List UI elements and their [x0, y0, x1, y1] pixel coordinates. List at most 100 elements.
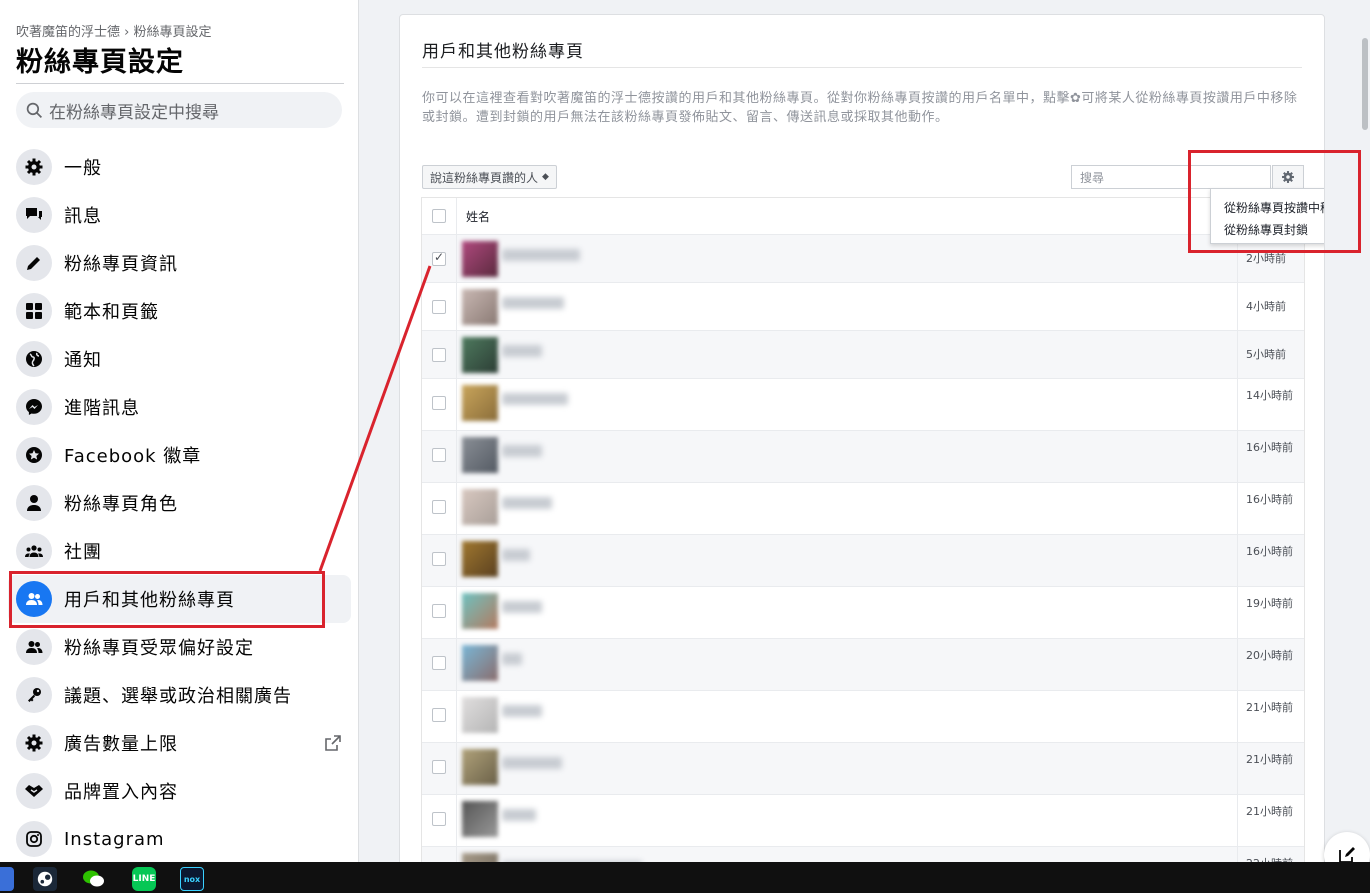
- blurred-user-name[interactable]: [502, 249, 580, 261]
- sidebar-item-ad-limits[interactable]: 廣告數量上限: [8, 719, 351, 767]
- sidebar-item-branded-content[interactable]: 品牌置入內容: [8, 767, 351, 815]
- table-row[interactable]: 16小時前: [422, 534, 1304, 586]
- blurred-user-name[interactable]: [502, 705, 542, 717]
- blurred-user-name[interactable]: [502, 757, 562, 769]
- row-checkbox[interactable]: [432, 604, 446, 618]
- row-checkbox[interactable]: [432, 656, 446, 670]
- liked-time: 21小時前: [1246, 753, 1293, 766]
- table-row[interactable]: 21小時前: [422, 690, 1304, 742]
- line-icon[interactable]: LINE: [132, 867, 156, 891]
- blurred-user-name[interactable]: [502, 497, 552, 509]
- blurred-user-name[interactable]: [502, 345, 542, 357]
- blurred-user-name[interactable]: [502, 653, 522, 665]
- avatar[interactable]: [462, 489, 498, 525]
- wechat-icon[interactable]: [82, 867, 106, 891]
- avatar[interactable]: [462, 697, 498, 733]
- blurred-user-name[interactable]: [502, 445, 542, 457]
- column-divider: [456, 743, 457, 794]
- sidebar-item-political-ads[interactable]: 議題、選舉或政治相關廣告: [8, 671, 351, 719]
- row-checkbox[interactable]: [432, 812, 446, 826]
- table-row[interactable]: 2小時前: [422, 234, 1304, 282]
- blurred-user-name[interactable]: [502, 549, 530, 561]
- sidebar-item-label: 粉絲專頁受眾偏好設定: [64, 638, 254, 659]
- row-checkbox[interactable]: [432, 300, 446, 314]
- avatar[interactable]: [462, 593, 498, 629]
- sidebar-item-notifications[interactable]: 通知: [8, 335, 351, 383]
- page-title: 粉絲專頁設定: [16, 47, 184, 78]
- select-all-checkbox[interactable]: [432, 209, 446, 223]
- sidebar-item-messages[interactable]: 訊息: [8, 191, 351, 239]
- column-divider: [1237, 331, 1238, 378]
- search-placeholder: 搜尋: [1080, 170, 1105, 185]
- row-checkbox[interactable]: [432, 348, 446, 362]
- column-divider: [456, 483, 457, 534]
- row-checkbox[interactable]: [432, 500, 446, 514]
- avatar[interactable]: [462, 749, 498, 785]
- blurred-user-name[interactable]: [502, 393, 568, 405]
- table-row[interactable]: 20小時前: [422, 638, 1304, 690]
- sidebar-item-facebook-badge[interactable]: Facebook 徽章: [8, 431, 351, 479]
- liked-time: 19小時前: [1246, 597, 1293, 610]
- sidebar-item-groups[interactable]: 社團: [8, 527, 351, 575]
- row-checkbox[interactable]: [432, 708, 446, 722]
- table-row[interactable]: 16小時前: [422, 430, 1304, 482]
- taskbar-app-icon[interactable]: [0, 867, 14, 891]
- avatar[interactable]: [462, 541, 498, 577]
- pencil-icon: [16, 245, 52, 281]
- table-row[interactable]: 4小時前: [422, 282, 1304, 330]
- gear-icon: [16, 149, 52, 185]
- avatar[interactable]: [462, 337, 498, 373]
- scrollbar-thumb[interactable]: [1362, 38, 1368, 130]
- blurred-user-name[interactable]: [502, 297, 564, 309]
- column-divider: [1237, 431, 1238, 482]
- breadcrumb[interactable]: 吹著魔笛的浮士德 › 粉絲專頁設定: [16, 21, 211, 40]
- avatar[interactable]: [462, 645, 498, 681]
- row-checkbox[interactable]: [432, 552, 446, 566]
- table-row[interactable]: 19小時前: [422, 586, 1304, 638]
- column-divider: [456, 331, 457, 378]
- liked-time: 16小時前: [1246, 441, 1293, 454]
- avatar[interactable]: [462, 241, 498, 277]
- people-filter-select[interactable]: 說這粉絲專頁讚的人 ◆: [422, 165, 557, 189]
- settings-search-input[interactable]: 在粉絲專頁設定中搜尋: [16, 92, 342, 128]
- blurred-user-name[interactable]: [502, 809, 536, 821]
- column-divider: [456, 639, 457, 690]
- sidebar-item-page-roles[interactable]: 粉絲專頁角色: [8, 479, 351, 527]
- group-icon: [16, 533, 52, 569]
- settings-nav: 一般 訊息 粉絲專頁資訊 範本和頁籤 通知 進階訊息 Facebook 徽章 粉…: [8, 143, 351, 862]
- sidebar-item-general[interactable]: 一般: [8, 143, 351, 191]
- sidebar-item-page-info[interactable]: 粉絲專頁資訊: [8, 239, 351, 287]
- avatar[interactable]: [462, 289, 498, 325]
- column-divider: [456, 198, 457, 234]
- table-row[interactable]: 21小時前: [422, 794, 1304, 846]
- table-row[interactable]: 14小時前: [422, 378, 1304, 430]
- grid-icon: [16, 293, 52, 329]
- table-row[interactable]: 16小時前: [422, 482, 1304, 534]
- blurred-user-name[interactable]: [502, 601, 542, 613]
- sidebar-item-instagram[interactable]: Instagram: [8, 815, 351, 862]
- row-checkbox[interactable]: [432, 396, 446, 410]
- sidebar-item-label: Instagram: [64, 828, 165, 850]
- sidebar-item-audience-preferences[interactable]: 粉絲專頁受眾偏好設定: [8, 623, 351, 671]
- people-table: 姓名 2小時前 4小時前 5小時前 14小時前 16小時前 16小時前 16小時前 19小時前 2…: [421, 197, 1305, 873]
- avatar[interactable]: [462, 437, 498, 473]
- sidebar-item-templates-tabs[interactable]: 範本和頁籤: [8, 287, 351, 335]
- table-row[interactable]: 5小時前: [422, 330, 1304, 378]
- section-heading: 用戶和其他粉絲專頁: [422, 42, 584, 62]
- row-checkbox[interactable]: [432, 760, 446, 774]
- nox-icon[interactable]: nox: [180, 867, 204, 891]
- search-placeholder: 在粉絲專頁設定中搜尋: [49, 102, 219, 123]
- sidebar-item-label: 粉絲專頁資訊: [64, 254, 178, 275]
- avatar[interactable]: [462, 385, 498, 421]
- sidebar-item-advanced-messaging[interactable]: 進階訊息: [8, 383, 351, 431]
- star-badge-icon: [16, 437, 52, 473]
- liked-time: 14小時前: [1246, 389, 1293, 402]
- steam-icon[interactable]: [33, 867, 57, 891]
- liked-time: 21小時前: [1246, 701, 1293, 714]
- table-row[interactable]: 21小時前: [422, 742, 1304, 794]
- row-checkbox[interactable]: [432, 448, 446, 462]
- avatar[interactable]: [462, 801, 498, 837]
- row-checkbox[interactable]: [432, 250, 446, 266]
- column-divider: [1237, 639, 1238, 690]
- sidebar-item-label: Facebook 徽章: [64, 446, 202, 467]
